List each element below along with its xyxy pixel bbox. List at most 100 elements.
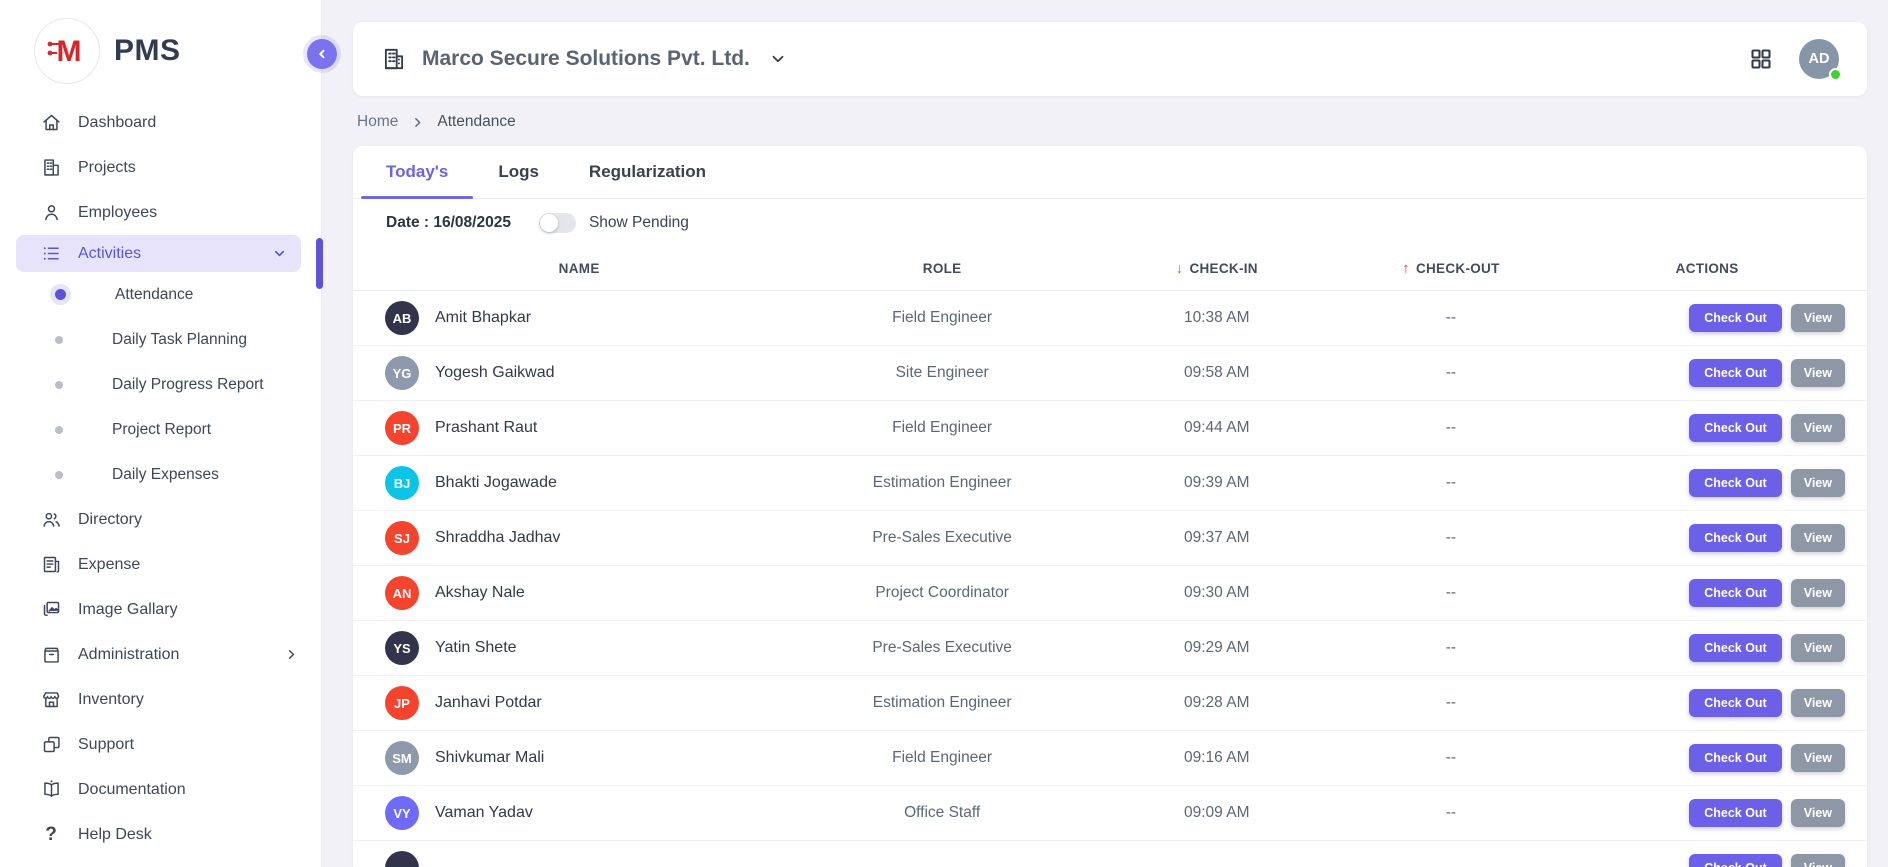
gallery-icon [40,599,62,621]
employee-name: Shraddha Jadhav [435,529,560,547]
sidebar-item-inventory[interactable]: Inventory [0,677,321,722]
employee-avatar: AB [385,301,419,335]
check-out-button[interactable]: Check Out [1689,579,1782,607]
attendance-card: Today'sLogsRegularization Date : 16/08/2… [353,146,1867,867]
sidebar-item-projects[interactable]: Projects [0,145,321,190]
sidebar-item-expense[interactable]: Expense [0,542,321,587]
sidebar-subitem-project-report[interactable]: Project Report [0,407,321,452]
sidebar-subitem-attendance[interactable]: Attendance [0,272,321,317]
sidebar-subitem-daily-progress-report[interactable]: Daily Progress Report [0,362,321,407]
breadcrumb-current: Attendance [437,113,515,131]
row-actions: Check Out View [1567,744,1847,772]
app-logo[interactable]: M PMS [0,0,321,100]
check-out-button[interactable]: Check Out [1689,414,1782,442]
date-label: Date : 16/08/2025 [386,214,511,232]
sidebar-collapse-button[interactable] [307,39,337,69]
check-out-time: -- [1335,364,1568,382]
employee-cell: AB Amit Bhapkar [373,301,785,335]
check-out-button[interactable]: Check Out [1689,359,1782,387]
employee-name: Prashant Raut [435,419,537,437]
breadcrumb-home[interactable]: Home [357,113,398,131]
tab-regularization[interactable]: Regularization [564,146,731,198]
employee-name: Yogesh Gaikwad [435,364,555,382]
row-actions: Check Out View [1567,524,1847,552]
view-button[interactable]: View [1791,744,1845,772]
employee-name: Janhavi Potdar [435,694,542,712]
sidebar-item-employees[interactable]: Employees [0,190,321,235]
check-out-button[interactable]: Check Out [1689,854,1782,867]
table-row: YSYatin ShetePre-Sales Executive09:29 AM… [353,621,1867,676]
sidebar-item-label: Support [78,736,134,754]
receipt-icon [40,554,62,576]
employee-avatar: JP [385,686,419,720]
top-header-bar: Marco Secure Solutions Pvt. Ltd. AD [353,22,1867,96]
sidebar-item-label: Image Gallary [78,601,178,619]
check-out-button[interactable]: Check Out [1689,689,1782,717]
employee-cell [373,851,785,867]
bullet-dot-icon [55,381,63,389]
table-row: ABAmit BhapkarField Engineer10:38 AM--Ch… [353,291,1867,346]
sidebar-item-administration[interactable]: Administration [0,632,321,677]
row-actions: Check Out View [1567,634,1847,662]
view-button[interactable]: View [1791,469,1845,497]
user-avatar[interactable]: AD [1799,39,1839,79]
layers-icon [40,734,62,756]
employee-role: Pre-Sales Executive [785,639,1099,657]
view-button[interactable]: View [1791,579,1845,607]
check-out-button[interactable]: Check Out [1689,469,1782,497]
sidebar-item-label: Activities [78,245,141,263]
view-button[interactable]: View [1791,304,1845,332]
check-out-time: -- [1335,474,1568,492]
column-check-in[interactable]: ↓ CHECK-IN [1099,260,1335,277]
check-out-button[interactable]: Check Out [1689,744,1782,772]
employee-cell: JP Janhavi Potdar [373,686,785,720]
employee-role: Estimation Engineer [785,694,1099,712]
column-role: ROLE [785,261,1099,276]
chevron-down-icon [769,50,787,68]
check-out-button[interactable]: Check Out [1689,524,1782,552]
sidebar-subitem-label: Attendance [115,286,193,304]
people-icon [40,509,62,531]
check-out-button[interactable]: Check Out [1689,634,1782,662]
view-button[interactable]: View [1791,414,1845,442]
book-icon [40,779,62,801]
sidebar-subitem-daily-task-planning[interactable]: Daily Task Planning [0,317,321,362]
view-button[interactable]: View [1791,799,1845,827]
check-out-button[interactable]: Check Out [1689,799,1782,827]
employee-cell: YGYogesh Gaikwad [373,356,785,390]
view-button[interactable]: View [1791,524,1845,552]
sidebar-item-dashboard[interactable]: Dashboard [0,100,321,145]
view-button[interactable]: View [1791,854,1845,867]
column-check-out[interactable]: ↑ CHECK-OUT [1335,260,1568,277]
sidebar-item-image-gallary[interactable]: Image Gallary [0,587,321,632]
company-selector[interactable]: Marco Secure Solutions Pvt. Ltd. [381,46,787,72]
sort-arrow-down-icon: ↓ [1176,260,1184,277]
sidebar-item-label: Expense [78,556,140,574]
sidebar-item-documentation[interactable]: Documentation [0,767,321,812]
row-actions: Check Out View [1567,854,1847,867]
chevron-right-icon [284,647,299,662]
tab-logs[interactable]: Logs [473,146,564,198]
check-out-time: -- [1335,749,1568,767]
sidebar-item-directory[interactable]: Directory [0,497,321,542]
show-pending-toggle[interactable] [539,213,576,233]
employee-name: Amit Bhapkar [435,309,531,327]
sidebar-subitem-daily-expenses[interactable]: Daily Expenses [0,452,321,497]
sidebar-subitem-label: Daily Expenses [112,466,219,484]
toggle-knob [540,214,558,232]
employee-role: Site Engineer [785,364,1099,382]
sidebar-item-activities[interactable]: Activities [16,235,301,272]
check-out-button[interactable]: Check Out [1689,304,1782,332]
sidebar-item-help-desk[interactable]: ?Help Desk [0,812,321,857]
view-button[interactable]: View [1791,689,1845,717]
bullet-dot-icon [55,336,63,344]
employee-role: Field Engineer [785,419,1099,437]
tab-today-s[interactable]: Today's [361,146,473,198]
sidebar-item-support[interactable]: Support [0,722,321,767]
view-button[interactable]: View [1791,634,1845,662]
question-icon: ? [40,824,62,846]
table-row: SMShivkumar MaliField Engineer09:16 AM--… [353,731,1867,786]
employee-name: Yatin Shete [435,639,517,657]
view-button[interactable]: View [1791,359,1845,387]
apps-grid-icon[interactable] [1749,47,1773,71]
